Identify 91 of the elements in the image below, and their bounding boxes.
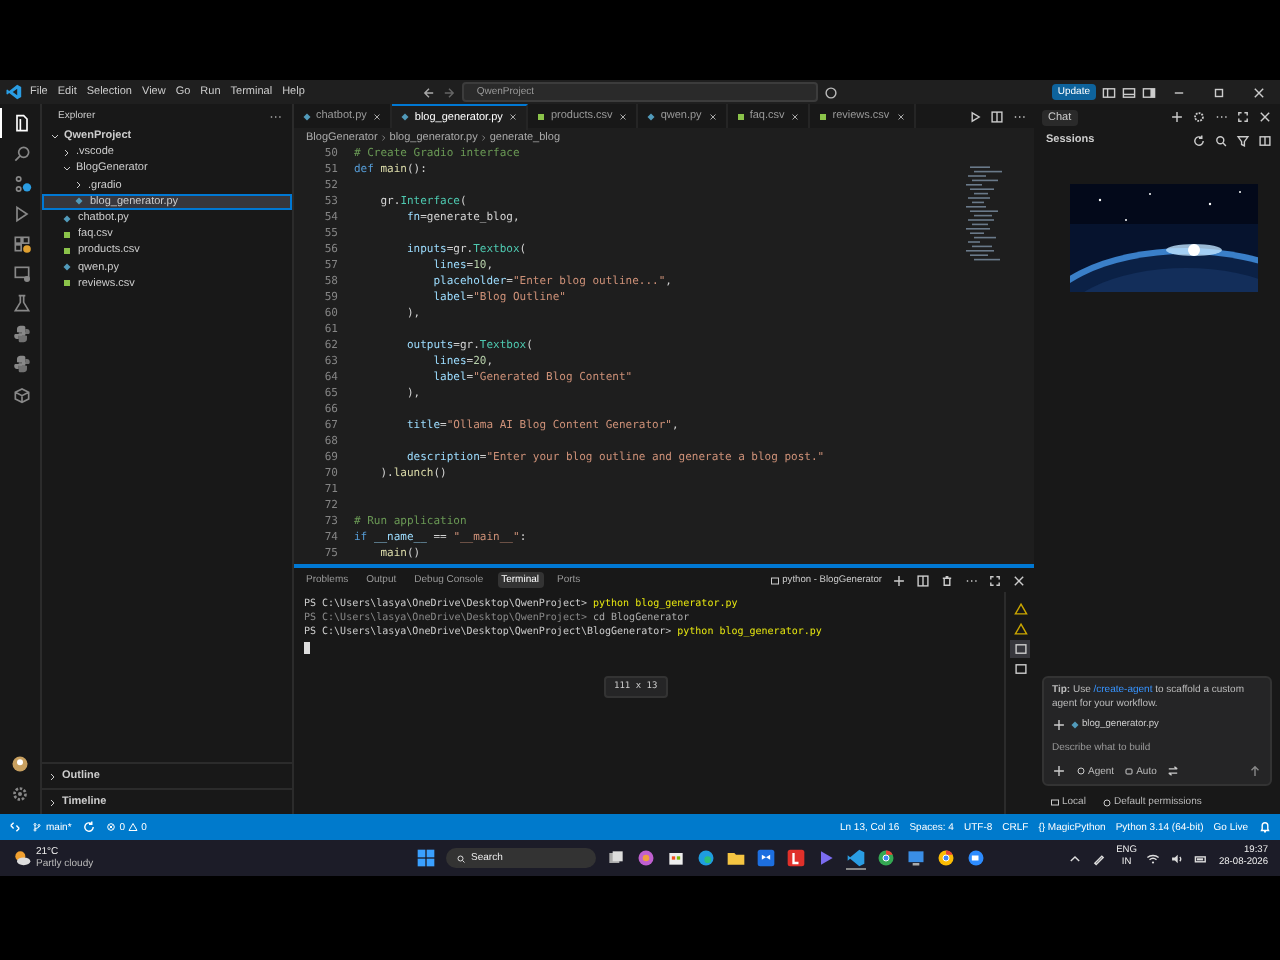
terminal-session[interactable] bbox=[1010, 660, 1030, 678]
maximize-icon[interactable] bbox=[1236, 110, 1250, 124]
weather-icon[interactable] bbox=[12, 848, 32, 868]
dropbox-icon[interactable] bbox=[755, 848, 776, 868]
terminal-icon bbox=[770, 575, 781, 585]
chrome-icon[interactable] bbox=[935, 848, 956, 868]
error-icon bbox=[105, 822, 116, 832]
close-icon[interactable] bbox=[1252, 85, 1266, 99]
search-icon[interactable] bbox=[1214, 133, 1228, 147]
close-icon[interactable] bbox=[707, 111, 718, 121]
terminal-cursor bbox=[304, 642, 310, 654]
spreadsheet-icon bbox=[62, 278, 72, 289]
spreadsheet-icon bbox=[536, 111, 547, 121]
panel-icon[interactable] bbox=[1122, 85, 1136, 99]
chrome-icon[interactable] bbox=[875, 848, 896, 868]
python-icon[interactable] bbox=[11, 353, 31, 373]
close-icon[interactable] bbox=[1258, 110, 1272, 124]
sync-icon[interactable] bbox=[81, 820, 96, 834]
search-icon[interactable] bbox=[11, 143, 31, 163]
spreadsheet-icon bbox=[818, 111, 829, 121]
agent-icon bbox=[1076, 766, 1086, 776]
branch-icon[interactable] bbox=[11, 173, 31, 193]
branch-icon bbox=[32, 822, 42, 832]
folder-icon[interactable] bbox=[725, 848, 746, 868]
chevron-up-icon[interactable] bbox=[1068, 851, 1083, 865]
start-icon[interactable] bbox=[415, 848, 436, 868]
sidebar-icon[interactable] bbox=[1142, 85, 1156, 99]
python-file-icon bbox=[646, 111, 657, 121]
remote-desktop-icon[interactable] bbox=[905, 848, 926, 868]
add-icon[interactable] bbox=[1170, 110, 1184, 124]
terminal-session[interactable] bbox=[1010, 640, 1030, 658]
add-icon[interactable] bbox=[1052, 764, 1066, 778]
pen-icon[interactable] bbox=[1092, 851, 1107, 865]
more-icon[interactable] bbox=[1214, 110, 1228, 124]
send-icon[interactable] bbox=[1248, 764, 1262, 778]
settings-icon[interactable] bbox=[1192, 110, 1206, 124]
trash-icon[interactable] bbox=[940, 573, 954, 587]
extensions-icon[interactable] bbox=[11, 233, 31, 253]
spreadsheet-icon bbox=[735, 111, 746, 121]
close-icon[interactable] bbox=[618, 111, 629, 121]
zoom-icon[interactable] bbox=[965, 848, 986, 868]
add-icon[interactable] bbox=[892, 573, 906, 587]
flask-icon[interactable] bbox=[11, 293, 31, 313]
back-arrow-icon[interactable] bbox=[422, 85, 437, 99]
close-icon[interactable] bbox=[1012, 573, 1026, 587]
warning-icon bbox=[127, 822, 138, 832]
files-icon[interactable] bbox=[11, 113, 31, 133]
sidebar-icon[interactable] bbox=[1258, 133, 1272, 147]
vscode-logo-icon bbox=[6, 84, 22, 100]
play-icon[interactable] bbox=[11, 203, 31, 223]
add-icon[interactable] bbox=[1052, 718, 1066, 732]
python-file-icon bbox=[400, 112, 411, 122]
app-icon[interactable] bbox=[785, 848, 806, 868]
close-icon[interactable] bbox=[372, 111, 383, 121]
vscode-taskbar-icon[interactable] bbox=[845, 847, 866, 869]
cube-icon[interactable] bbox=[11, 383, 31, 403]
edge-icon[interactable] bbox=[695, 848, 716, 868]
search-icon bbox=[455, 853, 466, 863]
python-file-icon bbox=[62, 262, 72, 273]
run-icon[interactable] bbox=[968, 109, 982, 123]
monitor-icon bbox=[1050, 797, 1060, 807]
remote-icon[interactable] bbox=[8, 820, 22, 834]
close-icon[interactable] bbox=[790, 111, 801, 121]
shield-icon bbox=[1101, 797, 1112, 807]
task-view-icon[interactable] bbox=[605, 848, 626, 868]
store-icon[interactable] bbox=[665, 848, 686, 868]
bell-icon[interactable] bbox=[1258, 820, 1272, 834]
python-icon[interactable] bbox=[11, 323, 31, 343]
wifi-icon[interactable] bbox=[1146, 851, 1161, 865]
copilot-app-icon[interactable] bbox=[635, 848, 656, 868]
account-icon[interactable] bbox=[10, 754, 30, 774]
battery-icon[interactable] bbox=[1194, 851, 1209, 865]
refresh-icon[interactable] bbox=[1192, 133, 1206, 147]
play-app-icon[interactable] bbox=[815, 848, 836, 868]
swap-icon[interactable] bbox=[1166, 764, 1181, 778]
terminal-session[interactable] bbox=[1010, 600, 1030, 618]
settings-icon[interactable] bbox=[10, 784, 30, 804]
monitor-icon[interactable] bbox=[11, 263, 31, 283]
close-icon[interactable] bbox=[508, 112, 519, 122]
python-file-icon bbox=[1070, 720, 1080, 730]
split-icon[interactable] bbox=[916, 573, 930, 587]
restore-icon[interactable] bbox=[1212, 85, 1226, 99]
split-editor-icon[interactable] bbox=[990, 109, 1004, 123]
terminal-session[interactable] bbox=[1010, 620, 1030, 638]
layout-icon[interactable] bbox=[1102, 85, 1116, 99]
close-icon[interactable] bbox=[895, 111, 906, 121]
filter-icon[interactable] bbox=[1236, 133, 1250, 147]
maximize-icon[interactable] bbox=[988, 573, 1002, 587]
python-file-icon bbox=[302, 111, 312, 121]
volume-icon[interactable] bbox=[1170, 851, 1185, 865]
forward-arrow-icon[interactable] bbox=[442, 85, 457, 99]
